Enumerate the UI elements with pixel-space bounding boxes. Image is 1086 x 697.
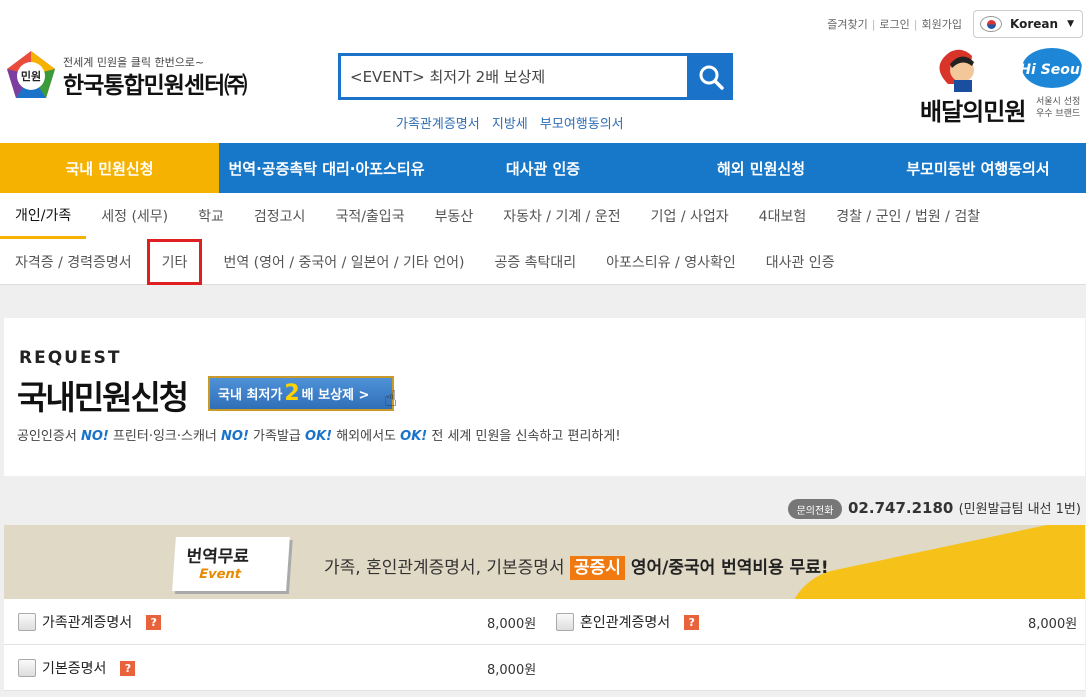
language-select[interactable]: Korean ▼ (973, 10, 1083, 38)
subnav-item[interactable]: 자동차 / 기계 / 운전 (488, 193, 635, 239)
event-banner[interactable]: 번역무료 Event 가족, 혼인관계증명서, 기본증명서 공증시 영어/중국어… (4, 525, 1085, 599)
keyword-link[interactable]: 지방세 (492, 117, 528, 132)
login-link[interactable]: 로그인 (879, 18, 909, 31)
search-button[interactable] (688, 53, 733, 100)
nav-overseas[interactable]: 해외 민원신청 (652, 143, 870, 193)
badge-text-pre: 국내 최저가 (218, 388, 283, 403)
item-name: 가족관계증명서 (42, 615, 133, 631)
price-guarantee-button[interactable]: 국내 최저가 2 배 보상제 > (208, 376, 394, 411)
item-name: 혼인관계증명서 (580, 615, 671, 631)
nav-domestic[interactable]: 국내 민원신청 (0, 143, 219, 193)
subnav-item[interactable]: 4대보험 (744, 193, 822, 239)
language-label: Korean (1010, 17, 1059, 31)
nav-travel-consent[interactable]: 부모미동반 여행동의서 (870, 143, 1086, 193)
request-label: REQUEST (19, 348, 122, 368)
item-price: 8,000원 (487, 662, 537, 678)
item-name: 기본증명서 (42, 661, 107, 677)
document-list: 가족관계증명서 ? 8,000원 혼인관계증명서 ? 8,000원 기본증명서 … (4, 599, 1085, 691)
sub-nav: 개인/가족 세정 (세무) 학교 검정고시 국적/출입국 부동산 자동차 / 기… (0, 193, 1086, 285)
logo-icon[interactable]: 민원 (5, 49, 57, 101)
brand-subtitle: 서울시 선정 우수 브랜드 (1036, 97, 1081, 119)
subnav-item[interactable]: 대사관 인증 (751, 239, 850, 285)
search-icon (699, 65, 724, 90)
subnav-item[interactable]: 개인/가족 (0, 193, 87, 239)
subnav-item-other[interactable]: 기타 (146, 239, 203, 285)
nav-embassy[interactable]: 대사관 인증 (434, 143, 652, 193)
subnav-item[interactable]: 부동산 (420, 193, 489, 239)
request-panel: REQUEST 국내민원신청 국내 최저가 2 배 보상제 > ☝ 공인인증서 NO… (4, 318, 1085, 476)
item-price: 8,000원 (487, 616, 537, 632)
phone-number: 02.747.2180 (민원발급팀 내선 1번) (848, 499, 1081, 517)
subnav-item[interactable]: 학교 (183, 193, 239, 239)
item-checkbox[interactable] (18, 613, 36, 631)
phone-badge: 문의전화 (788, 499, 842, 519)
item-checkbox[interactable] (18, 659, 36, 677)
subnav-item[interactable]: 번역 (영어 / 중국어 / 일본어 / 기타 언어) (208, 239, 479, 285)
list-row: 기본증명서 ? 8,000원 (4, 645, 1085, 691)
event-card-subtitle: Event (198, 567, 242, 582)
logo-mark-text: 민원 (21, 69, 41, 83)
subnav-item[interactable]: 검정고시 (239, 193, 321, 239)
subnav-item[interactable]: 세정 (세무) (86, 193, 183, 239)
nav-translation[interactable]: 번역·공증촉탁 대리·아포스티유 (219, 143, 434, 193)
subnav-item[interactable]: 자격증 / 경력증명서 (0, 239, 147, 285)
top-links: 즐겨찾기 | 로그인 | 회원가입 (827, 18, 962, 31)
event-text: 가족, 혼인관계증명서, 기본증명서 공증시 영어/중국어 번역비용 무료! (324, 556, 829, 580)
sub-nav-row: 개인/가족 세정 (세무) 학교 검정고시 국적/출입국 부동산 자동차 / 기… (0, 193, 1086, 239)
help-icon[interactable]: ? (146, 614, 162, 630)
chevron-down-icon: ▼ (1067, 19, 1074, 29)
item-price: 8,000원 (1028, 616, 1078, 632)
list-item: 기본증명서 ? (18, 645, 136, 691)
badge-text-post: 배 보상제 > (301, 388, 370, 403)
list-item: 가족관계증명서 ? (18, 599, 162, 645)
help-icon[interactable]: ? (684, 614, 700, 630)
subnav-item[interactable]: 아포스티유 / 영사확인 (591, 239, 751, 285)
subnav-item[interactable]: 경찰 / 군인 / 법원 / 검찰 (821, 193, 995, 239)
search-input[interactable]: <EVENT> 최저가 2배 보상제 (338, 53, 690, 100)
item-checkbox[interactable] (556, 613, 574, 631)
sub-nav-row: 자격증 / 경력증명서 기타 번역 (영어 / 중국어 / 일본어 / 기타 언… (0, 239, 1086, 285)
signup-link[interactable]: 회원가입 (922, 18, 962, 31)
keyword-link[interactable]: 부모여행동의서 (540, 117, 624, 132)
event-card: 번역무료 Event (172, 537, 290, 591)
site-header: 즐겨찾기 | 로그인 | 회원가입 Korean ▼ 민원 전세계 민원을 클릭 한번으… (0, 0, 1086, 143)
list-row: 가족관계증명서 ? 8,000원 혼인관계증명서 ? 8,000원 (4, 599, 1085, 645)
subnav-item[interactable]: 기업 / 사업자 (636, 193, 744, 239)
korea-flag-icon (980, 16, 1002, 32)
badge-number: 2 (284, 381, 300, 406)
subnav-item[interactable]: 공증 촉탁대리 (479, 239, 591, 285)
keyword-link[interactable]: 가족관계증명서 (396, 117, 480, 132)
logo-title[interactable]: 한국통합민원센터㈜ (63, 66, 247, 100)
main-nav: 국내 민원신청 번역·공증촉탁 대리·아포스티유 대사관 인증 해외 민원신청 … (0, 143, 1086, 193)
event-card-title: 번역무료 (185, 547, 250, 567)
favorites-link[interactable]: 즐겨찾기 (827, 18, 867, 31)
list-item: 혼인관계증명서 ? (556, 599, 700, 645)
popular-keywords: 가족관계증명서 지방세 부모여행동의서 (396, 113, 632, 132)
subnav-item[interactable]: 국적/출입국 (320, 193, 419, 239)
brand-badge: Hi Seoul (1019, 62, 1084, 78)
pointer-hand-icon: ☝ (384, 387, 398, 412)
brand-title[interactable]: 배달의민원 (920, 92, 1026, 127)
page-title: 국내민원신청 (17, 378, 189, 417)
help-icon[interactable]: ? (120, 660, 136, 676)
request-description: 공인인증서 NO! 프린터·잉크·스캐너 NO! 가족발급 OK! 해외에서도 … (17, 429, 621, 444)
